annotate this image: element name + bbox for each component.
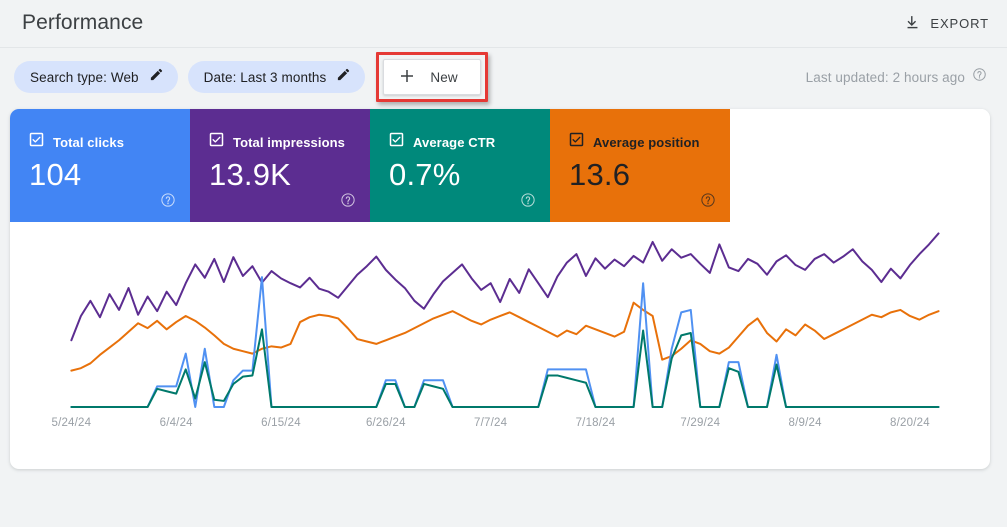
export-label: EXPORT [930, 16, 989, 31]
filter-chip-search-type[interactable]: Search type: Web [14, 61, 178, 93]
x-axis-tick-label: 6/15/24 [261, 417, 301, 429]
last-updated: Last updated: 2 hours ago [806, 67, 993, 87]
plus-icon [398, 67, 416, 88]
metric-label: Total clicks [53, 134, 125, 150]
help-circle-icon[interactable] [520, 192, 536, 213]
x-axis-tick-label: 8/9/24 [788, 417, 822, 429]
pencil-icon[interactable] [336, 67, 351, 87]
chart-plot-area [10, 222, 990, 417]
metric-tile-average-position[interactable]: Average position 13.6 [550, 109, 730, 222]
new-filter-button-wrapper: New [376, 52, 488, 102]
x-axis-tick-label: 6/26/24 [365, 417, 406, 429]
page-header: Performance EXPORT [0, 0, 1007, 48]
metric-tile-total-clicks[interactable]: Total clicks 104 [10, 109, 190, 222]
metric-label: Total impressions [233, 134, 345, 150]
metric-label: Average position [593, 134, 700, 150]
filter-chip-search-type-label: Search type: Web [30, 69, 139, 85]
chart-line-average-position [71, 303, 938, 371]
filter-chip-date[interactable]: Date: Last 3 months [187, 61, 366, 93]
checkbox-icon[interactable] [209, 132, 224, 152]
performance-chart: 5/24/24 6/4/24 6/15/24 6/26/24 7/7/24 7/18/24… [10, 222, 990, 469]
new-filter-button-label: New [430, 69, 458, 85]
metric-tiles-filler [730, 109, 990, 222]
metric-value: 13.6 [569, 157, 631, 192]
metric-value: 104 [29, 157, 82, 192]
metric-tile-average-ctr[interactable]: Average CTR 0.7% [370, 109, 550, 222]
x-axis-tick-label: 8/20/24 [890, 417, 930, 429]
help-circle-icon[interactable] [160, 192, 176, 213]
download-icon [904, 14, 921, 34]
chart-line-total-clicks [71, 277, 938, 407]
metric-head: Total impressions [209, 132, 370, 152]
metric-tile-total-impressions[interactable]: Total impressions 13.9K [190, 109, 370, 222]
filter-chip-date-label: Date: Last 3 months [203, 69, 327, 85]
help-circle-icon[interactable] [340, 192, 356, 213]
new-filter-button[interactable]: New [383, 59, 481, 95]
checkbox-icon[interactable] [389, 132, 404, 152]
help-circle-icon[interactable] [972, 67, 987, 87]
metric-label: Average CTR [413, 134, 496, 150]
chart-x-axis: 5/24/24 6/4/24 6/15/24 6/26/24 7/7/24 7/18/24… [10, 417, 990, 451]
checkbox-icon[interactable] [29, 132, 44, 152]
help-circle-icon[interactable] [700, 192, 716, 213]
page-title: Performance [22, 11, 144, 34]
export-button[interactable]: EXPORT [898, 8, 995, 40]
x-axis-tick-label: 7/29/24 [680, 417, 721, 429]
pencil-icon[interactable] [149, 67, 164, 87]
filter-bar: Search type: Web Date: Last 3 months New [0, 48, 1007, 106]
metric-head: Average CTR [389, 132, 550, 152]
metric-value: 0.7% [389, 157, 461, 192]
metric-head: Total clicks [29, 132, 190, 152]
x-axis-tick-label: 7/18/24 [575, 417, 616, 429]
metric-tiles: Total clicks 104 Total impressions 13.9K Ave… [10, 109, 990, 222]
x-axis-tick-label: 7/7/24 [474, 417, 508, 429]
last-updated-text: Last updated: 2 hours ago [805, 69, 965, 85]
x-axis-tick-label: 5/24/24 [51, 417, 92, 429]
metric-value: 13.9K [209, 157, 292, 192]
checkbox-icon[interactable] [569, 132, 584, 152]
x-axis-tick-label: 6/4/24 [159, 417, 193, 429]
performance-card: Total clicks 104 Total impressions 13.9K Ave… [10, 109, 990, 469]
metric-head: Average position [569, 132, 730, 152]
